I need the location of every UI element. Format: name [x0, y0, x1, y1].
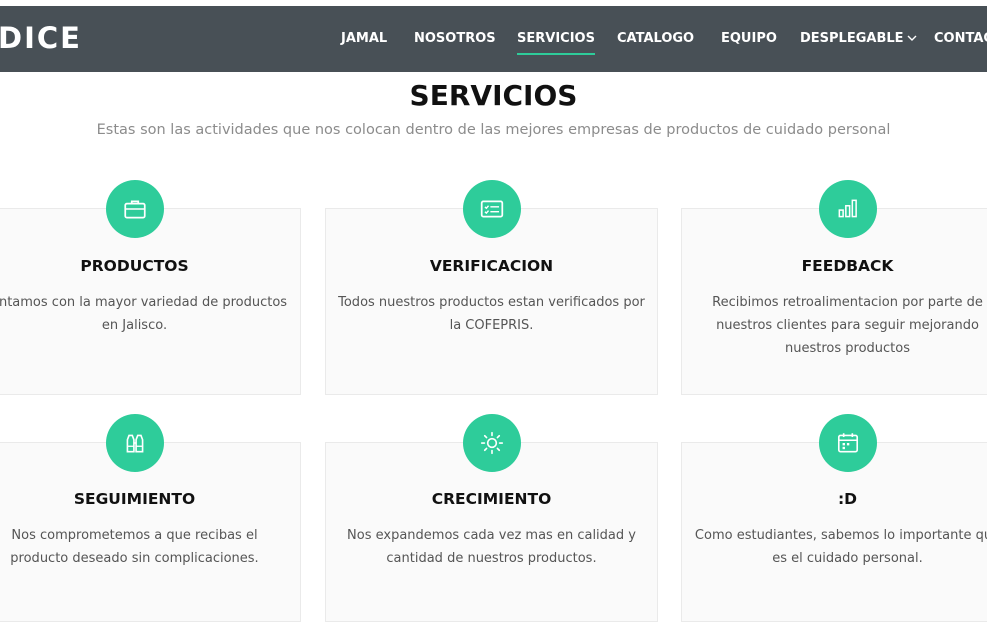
nav-item-desplegable-label: DESPLEGABLE	[800, 31, 904, 46]
card-title: SEGUIMIENTO	[73, 490, 196, 508]
icon-circle	[818, 180, 877, 238]
icon-circle	[462, 414, 521, 472]
card-title: VERIFICACION	[429, 257, 554, 275]
card-title: FEEDBACK	[801, 257, 894, 275]
service-card-feedback: FEEDBACK Recibimos retroalimentacion por…	[681, 180, 987, 395]
chevron-down-icon	[907, 35, 917, 41]
icon-circle	[462, 180, 521, 238]
service-card-crecimiento: CRECIMIENTO Nos expandemos cada vez mas …	[325, 414, 658, 622]
binoculars-icon	[126, 434, 143, 453]
brand-logo[interactable]: DICE	[0, 21, 82, 55]
icon-circle	[818, 414, 877, 472]
section-subtitle: Estas son las actividades que nos coloca…	[96, 122, 891, 138]
card-description: Contamos con la mayor variedad de produc…	[0, 295, 288, 333]
card-title: :D	[837, 490, 858, 508]
nav-item-servicios[interactable]: SERVICIOS	[517, 31, 595, 55]
card-description: Nos expandemos cada vez mas en calidad y…	[347, 528, 636, 566]
card-description: Recibimos retroalimentacion por parte de…	[712, 295, 983, 356]
card-description: Nos comprometemos a que recibas el produ…	[10, 528, 259, 566]
service-card-verificacion: VERIFICACION Todos nuestros productos es…	[325, 180, 658, 395]
bar-chart-icon	[838, 199, 857, 218]
nav-item-nosotros[interactable]: NOSOTROS	[414, 31, 496, 46]
nav-item-catalogo[interactable]: CATALOGO	[617, 31, 694, 46]
service-card-d: :D Como estudiantes, sabemos lo importan…	[681, 414, 987, 622]
nav-item-contacto[interactable]: CONTACTO	[934, 31, 987, 46]
card-description: Todos nuestros productos estan verificad…	[338, 295, 645, 333]
card-title: PRODUCTOS	[80, 257, 189, 275]
section-title: SERVICIOS	[409, 79, 578, 112]
icon-circle	[105, 180, 164, 238]
calendar-icon	[837, 433, 858, 453]
service-card-productos: PRODUCTOS Contamos con la mayor variedad…	[0, 180, 301, 395]
briefcase-icon	[123, 200, 146, 219]
card-description: Como estudiantes, sabemos lo importante …	[694, 528, 987, 566]
nav-item-desplegable[interactable]: DESPLEGABLE	[800, 31, 917, 46]
nav-item-equipo[interactable]: EQUIPO	[721, 31, 777, 46]
card-title: CRECIMIENTO	[431, 490, 552, 508]
card-checklist-icon	[480, 200, 503, 218]
icon-circle	[105, 414, 164, 472]
sun-icon	[480, 431, 503, 455]
navbar: DICE JAMAL NOSOTROS SERVICIOS CATALOGO E…	[0, 6, 987, 72]
nav-item-jamal[interactable]: JAMAL	[341, 31, 387, 46]
service-card-seguimiento: SEGUIMIENTO Nos comprometemos a que reci…	[0, 414, 301, 622]
